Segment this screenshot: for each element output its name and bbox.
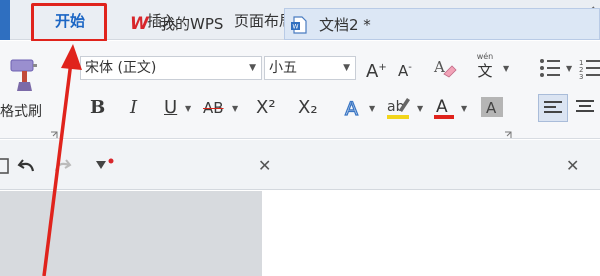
subscript-button[interactable]: X₂ [298,96,318,120]
document-page[interactable] [262,191,600,276]
svg-text:A: A [345,98,358,120]
svg-text:W: W [293,24,299,31]
chevron-down-icon[interactable]: ▼ [232,104,238,113]
chevron-down-icon[interactable]: ▼ [369,104,375,113]
format-painter-label[interactable]: 格式刷 [0,101,42,121]
undo-icon[interactable] [17,156,37,176]
phonetic-guide-button[interactable]: wén 文 [470,52,500,84]
font-group-launcher-icon[interactable] [504,131,512,139]
clear-formatting-icon[interactable]: A [432,56,458,80]
quick-access-edge [0,0,10,40]
underline-button[interactable]: U [164,96,177,120]
tab-my-wps[interactable]: W 我的WPS [130,8,280,40]
chevron-down-icon[interactable]: ▼ [417,104,423,113]
tab-document2-label: 文档2 * [319,16,371,34]
document-tab-bar [0,140,600,190]
format-painter-icon[interactable] [8,58,42,92]
superscript-button[interactable]: X² [256,96,276,120]
svg-text:3: 3 [579,73,583,80]
workspace-background [0,191,262,276]
home-tab-highlight-box [31,3,107,42]
wps-logo-icon: W [130,14,149,34]
tab-document2[interactable]: W 文档2 * [284,8,600,40]
character-shading-icon[interactable]: A [480,95,504,119]
font-family-select[interactable]: 宋体 (正文) ▼ [80,56,262,80]
align-left-icon [544,101,562,113]
bullet-list-icon[interactable] [538,56,562,80]
svg-text:A: A [433,58,445,76]
font-family-value: 宋体 (正文) [85,60,157,76]
chevron-down-icon: ▼ [343,63,350,73]
italic-button[interactable]: I [130,96,137,120]
tab-my-wps-label: 我的WPS [160,15,224,33]
clipboard-group-launcher-icon[interactable] [50,131,58,139]
align-center-icon[interactable] [576,99,594,115]
svg-text:A: A [486,99,497,117]
chevron-down-icon: ▼ [249,63,256,73]
svg-text:A: A [436,97,448,117]
shrink-font-button[interactable]: A- [398,56,412,83]
text-effect-icon[interactable]: A [342,96,366,120]
chevron-down-icon[interactable]: ▼ [185,104,191,113]
highlighter-icon[interactable]: ab [385,94,413,122]
grow-font-button[interactable]: A+ [366,56,387,84]
save-icon[interactable] [0,157,10,175]
strikethrough-button[interactable]: AB [203,96,224,120]
chevron-down-icon[interactable]: ▼ [566,64,572,73]
close-document2-tab-icon[interactable]: ✕ [566,156,579,175]
font-color-icon[interactable]: A [432,94,456,122]
chevron-down-icon[interactable]: ▼ [503,64,509,73]
customize-quick-access-icon[interactable] [94,158,116,172]
close-my-wps-tab-icon[interactable]: ✕ [258,156,271,175]
align-left-button[interactable] [538,94,568,122]
redo-icon[interactable] [52,156,72,176]
document-icon: W [291,16,307,34]
font-size-value: 小五 [269,60,297,76]
font-size-select[interactable]: 小五 ▼ [264,56,356,80]
chevron-down-icon[interactable]: ▼ [461,104,467,113]
numbered-list-icon[interactable]: 1 2 3 [578,56,600,80]
bold-button[interactable]: B [90,96,105,120]
